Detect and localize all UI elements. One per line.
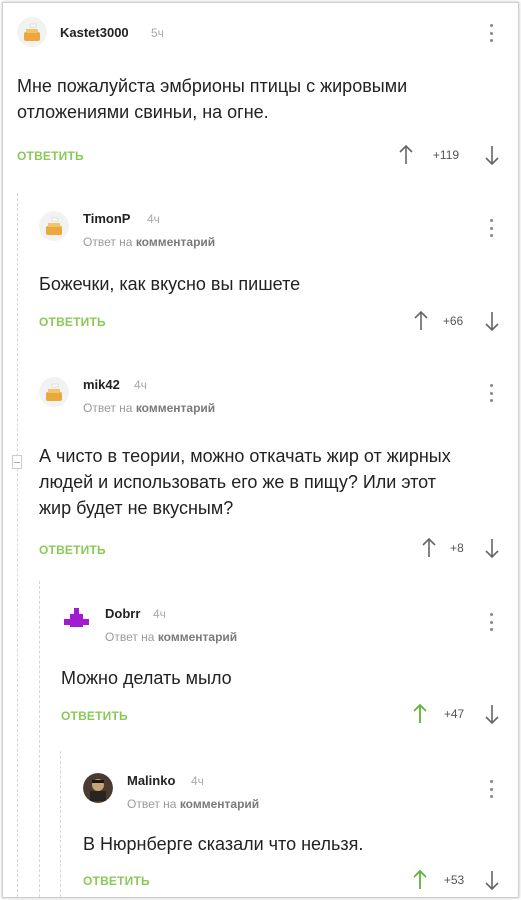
reply-button[interactable]: ОТВЕТИТЬ: [39, 315, 106, 329]
vote-score: +53: [443, 873, 465, 887]
reply-to-label: Ответ на: [105, 630, 155, 644]
kebab-menu-icon[interactable]: [489, 780, 493, 798]
username[interactable]: Dobrr: [105, 606, 140, 621]
reply-to-comment-link[interactable]: комментарий: [136, 235, 215, 249]
reply-to-meta: Ответ на комментарий: [127, 797, 259, 811]
arrow-down-icon[interactable]: [484, 537, 500, 559]
timestamp: 4ч: [153, 607, 166, 621]
thread-line: [17, 193, 18, 897]
arrow-up-icon[interactable]: [398, 144, 414, 166]
vote-controls: +53: [412, 869, 502, 891]
reply-to-meta: Ответ на комментарий: [83, 235, 215, 249]
thread-line: [60, 751, 61, 897]
reply-to-comment-link[interactable]: комментарий: [136, 401, 215, 415]
kebab-menu-icon[interactable]: [489, 613, 493, 631]
avatar[interactable]: [39, 211, 69, 241]
reply-button[interactable]: ОТВЕТИТЬ: [39, 543, 106, 557]
arrow-down-icon[interactable]: [484, 703, 500, 725]
avatar[interactable]: [17, 17, 47, 47]
arrow-up-icon[interactable]: [421, 537, 437, 559]
arrow-up-icon[interactable]: [412, 703, 428, 725]
comments-panel: Kastet3000 5ч Мне пожалуйста эмбрионы пт…: [2, 2, 519, 898]
vote-controls: +47: [412, 703, 502, 725]
vote-controls: +66: [413, 310, 502, 332]
arrow-up-icon[interactable]: [412, 869, 428, 891]
avatar[interactable]: [39, 377, 69, 407]
reply-to-comment-link[interactable]: комментарий: [180, 797, 259, 811]
reply-to-comment-link[interactable]: комментарий: [158, 630, 237, 644]
vote-score: +119: [432, 148, 460, 162]
vote-controls: +119: [398, 144, 502, 166]
reply-to-meta: Ответ на комментарий: [105, 630, 237, 644]
kebab-menu-icon[interactable]: [489, 219, 493, 237]
reply-to-meta: Ответ на комментарий: [83, 401, 215, 415]
avatar[interactable]: [61, 605, 91, 635]
kebab-menu-icon[interactable]: [489, 24, 493, 42]
vote-controls: +8: [421, 537, 502, 559]
username[interactable]: Malinko: [127, 773, 175, 788]
reply-to-label: Ответ на: [83, 401, 133, 415]
arrow-down-icon[interactable]: [484, 869, 500, 891]
collapse-thread-button[interactable]: [12, 455, 22, 469]
reply-to-label: Ответ на: [83, 235, 133, 249]
reply-button[interactable]: ОТВЕТИТЬ: [83, 874, 150, 888]
timestamp: 4ч: [191, 774, 204, 788]
comment-text: Мне пожалуйста эмбрионы птицы с жировыми…: [17, 76, 408, 122]
arrow-down-icon[interactable]: [484, 310, 500, 332]
comment-text: А чисто в теории, можно откачать жир от …: [39, 446, 451, 518]
reply-button[interactable]: ОТВЕТИТЬ: [17, 149, 84, 163]
vote-score: +66: [442, 314, 464, 328]
username[interactable]: Kastet3000: [60, 25, 129, 40]
reply-to-label: Ответ на: [127, 797, 177, 811]
arrow-up-icon[interactable]: [413, 310, 429, 332]
kebab-menu-icon[interactable]: [489, 384, 493, 402]
username[interactable]: TimonP: [83, 211, 130, 226]
comment-text: Божечки, как вкусно вы пишете: [39, 274, 301, 294]
timestamp: 5ч: [151, 26, 164, 40]
reply-button[interactable]: ОТВЕТИТЬ: [61, 709, 128, 723]
timestamp: 4ч: [147, 212, 160, 226]
comment-text: В Нюрнберге сказали что нельзя.: [83, 834, 364, 854]
username[interactable]: mik42: [83, 377, 120, 392]
timestamp: 4ч: [134, 378, 147, 392]
comment-text: Можно делать мыло: [61, 668, 232, 688]
vote-score: +47: [443, 707, 465, 721]
avatar[interactable]: [83, 773, 113, 803]
vote-score: +8: [450, 541, 464, 555]
arrow-down-icon[interactable]: [484, 144, 500, 166]
thread-line: [39, 581, 40, 897]
